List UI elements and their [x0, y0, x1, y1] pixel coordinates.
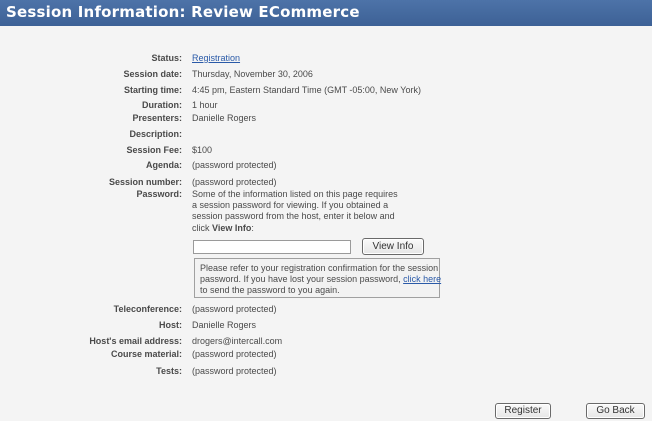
- go-back-button[interactable]: Go Back: [586, 403, 645, 419]
- password-notice-box: Please refer to your registration confir…: [194, 258, 441, 298]
- status-label: Status:: [151, 53, 182, 63]
- teleconference-label: Teleconference:: [113, 304, 182, 314]
- course-material-value: (password protected): [192, 349, 277, 359]
- tests-label: Tests:: [156, 366, 182, 376]
- description-label: Description:: [129, 129, 182, 139]
- presenters-label: Presenters:: [132, 113, 182, 123]
- register-button[interactable]: Register: [495, 403, 551, 419]
- title-bar: Session Information: Review ECommerce: [0, 0, 652, 26]
- password-label: Password:: [136, 189, 182, 199]
- password-notice-line: password. If you have lost your session …: [200, 274, 441, 285]
- duration-value: 1 hour: [192, 100, 218, 110]
- instructions-view-info-bold: View Info: [212, 222, 252, 233]
- session-number-label: Session number:: [108, 177, 182, 187]
- password-instructions-line-last: click View Info:: [192, 223, 398, 234]
- click-here-link[interactable]: click here: [403, 274, 441, 284]
- course-material-label: Course material:: [110, 349, 182, 359]
- host-email-label: Host's email address:: [89, 336, 182, 346]
- password-notice-line: to send the password to you again.: [200, 285, 340, 296]
- agenda-label: Agenda:: [146, 160, 182, 170]
- status-registration-link[interactable]: Registration: [192, 53, 240, 63]
- agenda-value: (password protected): [192, 160, 277, 170]
- tests-value: (password protected): [192, 366, 277, 376]
- host-label: Host:: [159, 320, 182, 330]
- session-password-input[interactable]: [193, 240, 351, 254]
- notice-line2-text: password. If you have lost your session …: [200, 274, 404, 285]
- view-info-button[interactable]: View Info: [362, 238, 424, 255]
- password-instructions: Some of the information listed on this p…: [192, 189, 398, 234]
- password-instructions-line: session password from the host, enter it…: [192, 211, 395, 222]
- starting-time-value: 4:45 pm, Eastern Standard Time (GMT -05:…: [192, 85, 421, 95]
- duration-label: Duration:: [142, 100, 182, 110]
- page-title: Session Information: Review ECommerce: [6, 3, 360, 21]
- instructions-suffix: :: [251, 222, 254, 233]
- starting-time-label: Starting time:: [123, 85, 182, 95]
- session-fee-label: Session Fee:: [126, 145, 182, 155]
- session-info-page: Session Information: Review ECommerce St…: [0, 0, 652, 421]
- password-instructions-line: a session password for viewing. If you o…: [192, 200, 389, 211]
- session-fee-value: $100: [192, 145, 213, 155]
- session-date-label: Session date:: [123, 69, 182, 79]
- password-notice-line: Please refer to your registration confir…: [200, 263, 439, 273]
- password-instructions-line: Some of the information listed on this p…: [192, 189, 398, 199]
- host-email-value: drogers@intercall.com: [192, 336, 283, 346]
- host-value: Danielle Rogers: [192, 320, 257, 330]
- instructions-prefix: click: [192, 222, 212, 233]
- session-number-value: (password protected): [192, 177, 277, 187]
- teleconference-value: (password protected): [192, 304, 277, 314]
- session-date-value: Thursday, November 30, 2006: [192, 69, 313, 79]
- presenters-value: Danielle Rogers: [192, 113, 257, 123]
